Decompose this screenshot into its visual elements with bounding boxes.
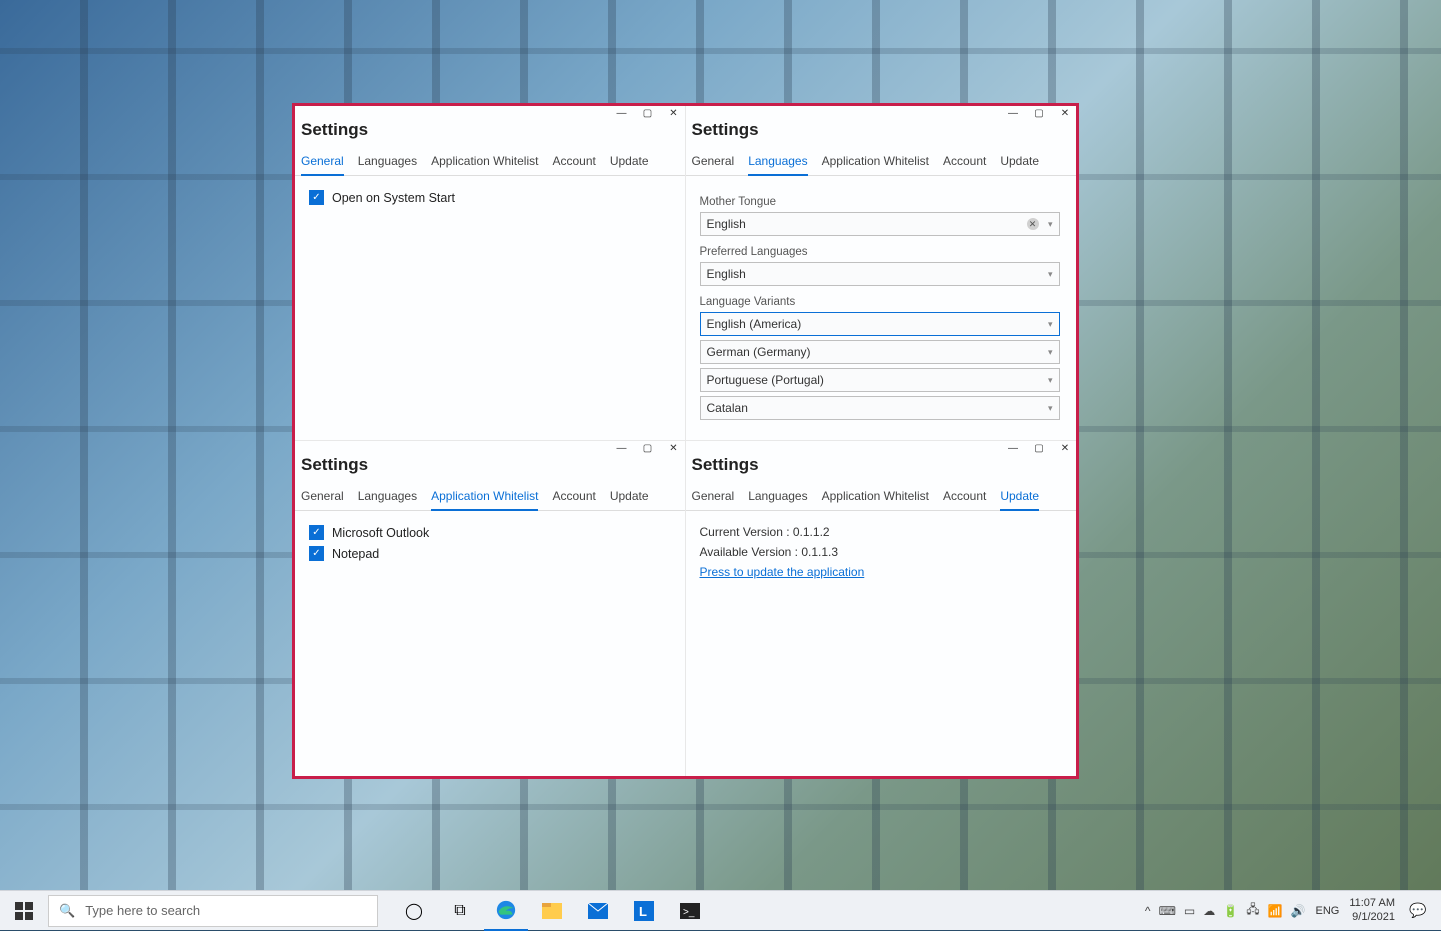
checkbox-checked-icon[interactable]: ✓ bbox=[309, 525, 324, 540]
tabs-row: General Languages Application Whitelist … bbox=[686, 150, 1077, 176]
tray-onedrive-icon[interactable]: ☁ bbox=[1203, 904, 1215, 918]
window-controls: — ▢ ✕ bbox=[1006, 108, 1072, 119]
checkbox-checked-icon[interactable]: ✓ bbox=[309, 190, 324, 205]
file-explorer-icon[interactable] bbox=[530, 891, 574, 931]
whitelist-item-label: Microsoft Outlook bbox=[332, 526, 429, 540]
tab-general[interactable]: General bbox=[692, 150, 735, 175]
whitelist-item-outlook[interactable]: ✓ Microsoft Outlook bbox=[309, 525, 677, 540]
tab-languages[interactable]: Languages bbox=[358, 150, 417, 175]
minimize-icon[interactable]: — bbox=[1006, 443, 1020, 454]
start-button[interactable] bbox=[0, 891, 48, 931]
system-tray: ^ ⌨ ▭ ☁ 🔋 🖧 📶 🔊 ENG 11:07 AM 9/1/2021 💬 bbox=[1145, 897, 1441, 923]
variant-combo-0[interactable]: English (America) bbox=[700, 312, 1060, 336]
tab-update[interactable]: Update bbox=[610, 485, 649, 510]
checkbox-checked-icon[interactable]: ✓ bbox=[309, 546, 324, 561]
svg-text:L: L bbox=[639, 904, 647, 919]
close-icon[interactable]: ✕ bbox=[667, 443, 681, 454]
tabs-row: General Languages Application Whitelist … bbox=[295, 485, 685, 511]
chevron-up-icon[interactable]: ^ bbox=[1145, 904, 1151, 918]
tab-app-whitelist[interactable]: Application Whitelist bbox=[431, 485, 538, 511]
taskbar-pinned: ◯ ⧉ L >_ bbox=[392, 891, 712, 931]
app-l-icon[interactable]: L bbox=[622, 891, 666, 931]
tabs-row: General Languages Application Whitelist … bbox=[295, 150, 685, 176]
preferred-combo[interactable]: English bbox=[700, 262, 1060, 286]
task-view-icon[interactable]: ⧉ bbox=[438, 891, 482, 931]
option-label: Open on System Start bbox=[332, 191, 455, 205]
tab-update[interactable]: Update bbox=[1000, 150, 1039, 175]
tray-meet-icon[interactable]: ▭ bbox=[1184, 904, 1195, 918]
update-link[interactable]: Press to update the application bbox=[700, 565, 1069, 579]
notifications-icon[interactable]: 💬 bbox=[1405, 902, 1431, 919]
mother-tongue-label: Mother Tongue bbox=[700, 196, 1069, 208]
maximize-icon[interactable]: ▢ bbox=[1032, 443, 1046, 454]
windows-logo-icon bbox=[15, 902, 33, 920]
preferred-label: Preferred Languages bbox=[700, 246, 1069, 258]
whitelist-item-label: Notepad bbox=[332, 547, 379, 561]
svg-text:>_: >_ bbox=[683, 907, 695, 918]
tray-language[interactable]: ENG bbox=[1315, 905, 1339, 917]
taskbar-clock[interactable]: 11:07 AM 9/1/2021 bbox=[1349, 897, 1395, 923]
tab-account[interactable]: Account bbox=[943, 150, 986, 175]
tray-volume-icon[interactable]: 🔊 bbox=[1291, 904, 1306, 918]
maximize-icon[interactable]: ▢ bbox=[641, 108, 655, 119]
settings-pane-languages: — ▢ ✕ Settings General Languages Applica… bbox=[686, 106, 1077, 441]
tab-update[interactable]: Update bbox=[1000, 485, 1039, 511]
tray-battery-icon[interactable]: 🔋 bbox=[1223, 904, 1238, 918]
close-icon[interactable]: ✕ bbox=[1058, 108, 1072, 119]
settings-pane-whitelist: — ▢ ✕ Settings General Languages Applica… bbox=[295, 441, 686, 776]
taskbar: 🔍 Type here to search ◯ ⧉ L >_ ^ ⌨ ▭ ☁ 🔋… bbox=[0, 890, 1441, 930]
tab-update[interactable]: Update bbox=[610, 150, 649, 175]
tabs-row: General Languages Application Whitelist … bbox=[686, 485, 1077, 511]
available-version: Available Version : 0.1.1.3 bbox=[700, 545, 1069, 559]
tab-app-whitelist[interactable]: Application Whitelist bbox=[822, 150, 929, 175]
tab-general[interactable]: General bbox=[301, 150, 344, 176]
maximize-icon[interactable]: ▢ bbox=[641, 443, 655, 454]
minimize-icon[interactable]: — bbox=[615, 443, 629, 454]
terminal-icon[interactable]: >_ bbox=[668, 891, 712, 931]
settings-pane-general: — ▢ ✕ Settings General Languages Applica… bbox=[295, 106, 686, 441]
current-version: Current Version : 0.1.1.2 bbox=[700, 525, 1069, 539]
tab-languages[interactable]: Languages bbox=[748, 150, 807, 176]
window-controls: — ▢ ✕ bbox=[615, 443, 681, 454]
window-controls: — ▢ ✕ bbox=[1006, 443, 1072, 454]
tab-languages[interactable]: Languages bbox=[748, 485, 807, 510]
close-icon[interactable]: ✕ bbox=[1058, 443, 1072, 454]
whitelist-item-notepad[interactable]: ✓ Notepad bbox=[309, 546, 677, 561]
tab-general[interactable]: General bbox=[301, 485, 344, 510]
minimize-icon[interactable]: — bbox=[1006, 108, 1020, 119]
variant-combo-2[interactable]: Portuguese (Portugal) bbox=[700, 368, 1060, 392]
tray-keyboard-icon[interactable]: ⌨ bbox=[1159, 904, 1176, 918]
variant-combo-1[interactable]: German (Germany) bbox=[700, 340, 1060, 364]
tab-app-whitelist[interactable]: Application Whitelist bbox=[822, 485, 929, 510]
tab-languages[interactable]: Languages bbox=[358, 485, 417, 510]
close-icon[interactable]: ✕ bbox=[667, 108, 681, 119]
tab-account[interactable]: Account bbox=[943, 485, 986, 510]
variants-label: Language Variants bbox=[700, 296, 1069, 308]
mail-icon[interactable] bbox=[576, 891, 620, 931]
search-placeholder: Type here to search bbox=[85, 903, 200, 918]
search-input[interactable]: 🔍 Type here to search bbox=[48, 895, 378, 927]
tab-general[interactable]: General bbox=[692, 485, 735, 510]
tab-account[interactable]: Account bbox=[552, 485, 595, 510]
option-open-on-start[interactable]: ✓ Open on System Start bbox=[309, 190, 677, 205]
settings-pane-update: — ▢ ✕ Settings General Languages Applica… bbox=[686, 441, 1077, 776]
maximize-icon[interactable]: ▢ bbox=[1032, 108, 1046, 119]
window-controls: — ▢ ✕ bbox=[615, 108, 681, 119]
search-icon: 🔍 bbox=[59, 903, 75, 919]
tray-network-icon[interactable]: 🖧 bbox=[1246, 900, 1259, 921]
variant-combo-3[interactable]: Catalan bbox=[700, 396, 1060, 420]
mother-tongue-combo[interactable]: English bbox=[700, 212, 1060, 236]
minimize-icon[interactable]: — bbox=[615, 108, 629, 119]
settings-windows-composite: — ▢ ✕ Settings General Languages Applica… bbox=[292, 103, 1079, 779]
cortana-icon[interactable]: ◯ bbox=[392, 891, 436, 931]
tab-app-whitelist[interactable]: Application Whitelist bbox=[431, 150, 538, 175]
tab-account[interactable]: Account bbox=[552, 150, 595, 175]
edge-icon[interactable] bbox=[484, 891, 528, 931]
tray-wifi-icon[interactable]: 📶 bbox=[1268, 904, 1283, 918]
